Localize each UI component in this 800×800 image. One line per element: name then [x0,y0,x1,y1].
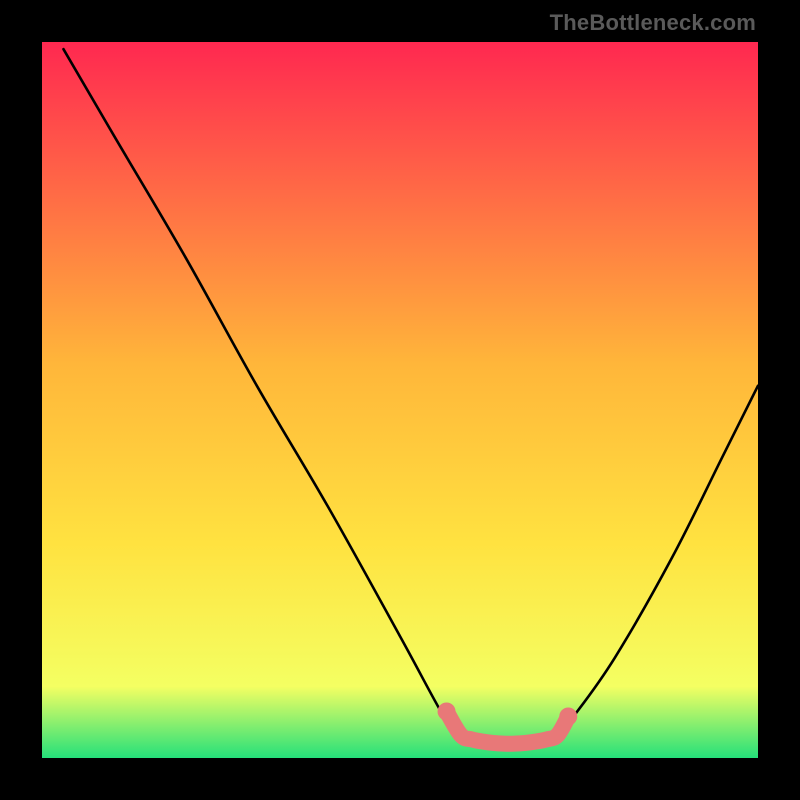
chart-background [42,42,758,758]
bottleneck-marker-end [438,702,456,720]
chart-svg [42,42,758,758]
bottleneck-chart [42,42,758,758]
watermark-text: TheBottleneck.com [550,10,756,36]
bottleneck-marker-end [559,707,577,725]
